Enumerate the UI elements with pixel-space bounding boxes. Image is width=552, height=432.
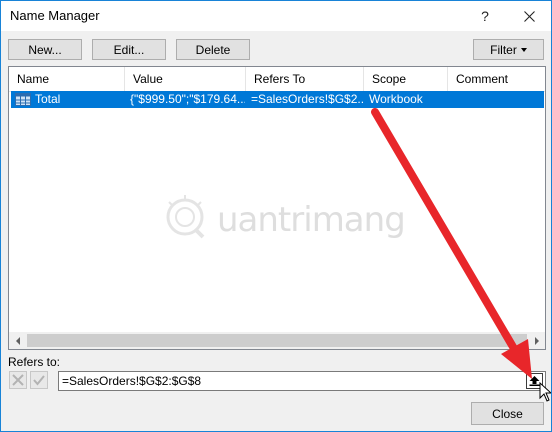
close-button[interactable]: Close bbox=[471, 402, 544, 425]
filter-button-label: Filter bbox=[490, 42, 517, 57]
help-button[interactable]: ? bbox=[463, 1, 507, 31]
mouse-cursor-icon bbox=[539, 382, 551, 402]
new-button[interactable]: New... bbox=[8, 39, 82, 60]
column-header-value[interactable]: Value bbox=[125, 67, 246, 91]
scroll-right-button[interactable] bbox=[528, 332, 545, 349]
scrollbar-thumb[interactable] bbox=[27, 334, 527, 347]
watermark-text: uantrimang bbox=[217, 200, 406, 240]
refers-to-input[interactable]: =SalesOrders!$G$2:$G$8 bbox=[58, 371, 546, 391]
edit-button-label: Edit... bbox=[113, 42, 145, 57]
column-header-name[interactable]: Name bbox=[9, 67, 125, 91]
cancel-x-icon bbox=[12, 374, 24, 386]
window-title: Name Manager bbox=[10, 8, 100, 23]
close-icon bbox=[523, 10, 535, 22]
delete-button-label: Delete bbox=[195, 42, 231, 57]
checkmark-icon bbox=[33, 375, 45, 386]
help-icon: ? bbox=[481, 8, 489, 24]
row-refers-to: =SalesOrders!$G$2... bbox=[251, 92, 363, 106]
chevron-down-icon bbox=[520, 47, 527, 52]
table-icon bbox=[15, 93, 31, 106]
horizontal-scrollbar[interactable] bbox=[9, 332, 545, 349]
row-scope: Workbook bbox=[369, 92, 423, 106]
row-name: Total bbox=[35, 92, 61, 106]
chevron-right-icon bbox=[534, 336, 539, 345]
column-header-refers-to[interactable]: Refers To bbox=[246, 67, 364, 91]
filter-button[interactable]: Filter bbox=[473, 39, 544, 60]
name-manager-dialog: Name Manager ? New... Edit... Delete Fil… bbox=[0, 0, 552, 432]
delete-button[interactable]: Delete bbox=[176, 39, 250, 60]
row-value: {"$999.50";"$179.64... bbox=[130, 92, 245, 106]
window-close-button[interactable] bbox=[507, 1, 551, 31]
edit-button[interactable]: Edit... bbox=[92, 39, 166, 60]
row-comment bbox=[453, 91, 543, 108]
list-header: Name Value Refers To Scope Comment bbox=[9, 67, 545, 92]
cancel-edit-button[interactable] bbox=[9, 371, 27, 389]
column-header-scope[interactable]: Scope bbox=[364, 67, 448, 91]
scroll-left-button[interactable] bbox=[9, 332, 26, 349]
title-bar: Name Manager ? bbox=[1, 1, 551, 31]
new-button-label: New... bbox=[28, 42, 62, 57]
close-button-label: Close bbox=[492, 406, 523, 421]
column-header-comment[interactable]: Comment bbox=[448, 67, 545, 91]
refers-to-label: Refers to: bbox=[8, 355, 61, 369]
chevron-left-icon bbox=[15, 336, 20, 345]
confirm-edit-button[interactable] bbox=[30, 371, 48, 389]
list-item[interactable]: Total {"$999.50";"$179.64... =SalesOrder… bbox=[11, 91, 544, 108]
